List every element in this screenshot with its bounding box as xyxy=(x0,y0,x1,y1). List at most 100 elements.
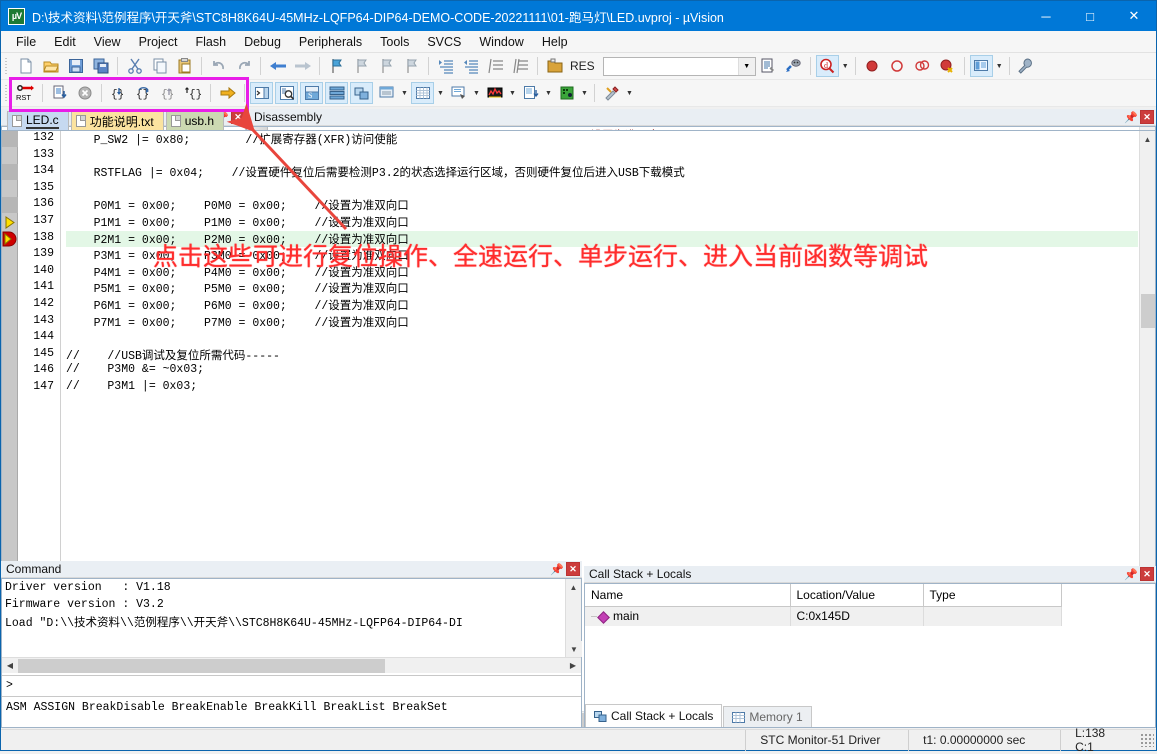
step-out-icon[interactable]: {} xyxy=(157,82,180,104)
call-stack-type-cell[interactable] xyxy=(923,606,1062,626)
registers-window-icon[interactable] xyxy=(325,82,348,104)
target-options-icon[interactable] xyxy=(757,55,780,77)
breakpoint-arrow-icon[interactable] xyxy=(2,231,18,247)
close-icon[interactable]: ✕ xyxy=(1140,110,1154,124)
close-button[interactable]: ✕ xyxy=(1112,1,1156,31)
copy-icon[interactable] xyxy=(148,55,171,77)
scrollbar-thumb[interactable] xyxy=(1141,294,1155,328)
kill-breakpoint-icon[interactable] xyxy=(886,55,909,77)
close-icon[interactable]: ✕ xyxy=(231,110,245,124)
step-into-icon[interactable]: {} xyxy=(107,82,130,104)
open-file-icon[interactable] xyxy=(39,55,62,77)
toolbar-grip[interactable] xyxy=(3,83,11,103)
tab-gongnengshuoming-txt[interactable]: 功能说明.txt xyxy=(70,111,164,130)
indent-right-icon[interactable] xyxy=(434,55,457,77)
symbols-window-icon[interactable]: S xyxy=(300,82,323,104)
command-window-icon[interactable] xyxy=(250,82,273,104)
menu-item-tools[interactable]: Tools xyxy=(371,32,418,52)
menu-item-svcs[interactable]: SVCS xyxy=(418,32,470,52)
debug-dropdown-arrow-icon[interactable]: ▼ xyxy=(840,55,851,77)
target-selector-combo[interactable]: ▼ xyxy=(602,56,756,76)
trace-dropdown-arrow-icon[interactable]: ▼ xyxy=(543,82,554,104)
system-viewer-icon[interactable] xyxy=(555,82,578,104)
stop-icon[interactable] xyxy=(73,82,96,104)
maximize-button[interactable]: □ xyxy=(1068,1,1112,31)
window-layout-icon[interactable] xyxy=(969,55,993,77)
toolbox-icon[interactable] xyxy=(600,82,623,104)
close-icon[interactable]: ✕ xyxy=(1140,567,1154,581)
pin-icon[interactable]: 📌 xyxy=(1124,568,1138,581)
tab-memory-1[interactable]: Memory 1 xyxy=(723,706,812,727)
toolbar-grip[interactable] xyxy=(3,56,11,76)
watch-windows-icon[interactable] xyxy=(375,82,398,104)
scroll-up-icon[interactable]: ▲ xyxy=(1140,131,1155,147)
close-icon[interactable]: ✕ xyxy=(566,562,580,576)
tab-call-stack-locals[interactable]: Call Stack + Locals xyxy=(585,704,723,727)
disable-breakpoint-icon[interactable] xyxy=(911,55,934,77)
save-icon[interactable] xyxy=(64,55,87,77)
chevron-down-icon[interactable]: ▼ xyxy=(737,57,755,75)
layout-dropdown-arrow-icon[interactable]: ▼ xyxy=(994,55,1005,77)
menu-item-flash[interactable]: Flash xyxy=(186,32,235,52)
run-icon[interactable] xyxy=(48,82,71,104)
disassembly-window-icon[interactable] xyxy=(275,82,298,104)
call-stack-name-cell[interactable]: ┄ main xyxy=(585,606,791,626)
scrollbar-thumb[interactable] xyxy=(18,658,385,673)
menu-item-view[interactable]: View xyxy=(85,32,130,52)
navigate-back-icon[interactable] xyxy=(266,55,289,77)
insert-breakpoint-icon[interactable] xyxy=(861,55,884,77)
indent-left-icon[interactable] xyxy=(459,55,482,77)
manage-components-icon[interactable] xyxy=(782,55,805,77)
trace-windows-icon[interactable] xyxy=(519,82,542,104)
save-all-icon[interactable] xyxy=(89,55,112,77)
redo-icon[interactable] xyxy=(232,55,255,77)
memory-windows-icon[interactable] xyxy=(411,82,434,104)
undo-icon[interactable] xyxy=(207,55,230,77)
scroll-down-icon[interactable]: ▼ xyxy=(566,641,582,657)
call-stack-window-icon[interactable] xyxy=(350,82,373,104)
menu-item-debug[interactable]: Debug xyxy=(235,32,290,52)
menu-item-edit[interactable]: Edit xyxy=(45,32,85,52)
menu-item-window[interactable]: Window xyxy=(470,32,532,52)
cut-icon[interactable] xyxy=(123,55,146,77)
system-viewer-dropdown-arrow-icon[interactable]: ▼ xyxy=(579,82,590,104)
step-over-icon[interactable]: {} xyxy=(132,82,155,104)
bookmark-prev-icon[interactable] xyxy=(350,55,373,77)
scroll-up-icon[interactable]: ▲ xyxy=(566,579,581,595)
analysis-dropdown-arrow-icon[interactable]: ▼ xyxy=(507,82,518,104)
serial-windows-icon[interactable] xyxy=(447,82,470,104)
menu-item-help[interactable]: Help xyxy=(533,32,577,52)
scroll-left-icon[interactable]: ◀ xyxy=(2,661,18,670)
resize-grip-icon[interactable] xyxy=(1140,733,1154,747)
run-to-cursor-icon[interactable]: {} xyxy=(182,82,205,104)
call-stack-location-cell[interactable]: C:0x145D xyxy=(790,606,924,626)
menu-item-project[interactable]: Project xyxy=(130,32,187,52)
debug-start-stop-icon[interactable]: d xyxy=(815,55,839,77)
toolbox-dropdown-arrow-icon[interactable]: ▼ xyxy=(624,82,635,104)
scroll-right-icon[interactable]: ▶ xyxy=(565,661,581,670)
watch-dropdown-arrow-icon[interactable]: ▼ xyxy=(399,82,410,104)
configuration-wizard-icon[interactable] xyxy=(1015,55,1038,77)
open-folder-icon[interactable] xyxy=(543,55,566,77)
table-row[interactable]: ┄ main C:0x145D xyxy=(585,606,1062,626)
menu-item-peripherals[interactable]: Peripherals xyxy=(290,32,371,52)
paste-icon[interactable] xyxy=(173,55,196,77)
command-vscrollbar[interactable]: ▲ ▼ xyxy=(565,579,582,657)
command-hscrollbar[interactable]: ◀ ▶ xyxy=(2,657,581,673)
menu-item-file[interactable]: File xyxy=(7,32,45,52)
show-next-statement-icon[interactable] xyxy=(216,82,239,104)
tab-led-c[interactable]: LED.c xyxy=(7,111,69,130)
command-input[interactable]: > xyxy=(2,675,581,697)
new-file-icon[interactable] xyxy=(14,55,37,77)
tab-usb-h[interactable]: usb.h xyxy=(165,111,225,130)
serial-dropdown-arrow-icon[interactable]: ▼ xyxy=(471,82,482,104)
minimize-button[interactable]: ─ xyxy=(1024,1,1068,31)
navigate-forward-icon[interactable] xyxy=(291,55,314,77)
kill-all-breakpoints-icon[interactable] xyxy=(936,55,959,77)
bookmark-clear-icon[interactable] xyxy=(400,55,423,77)
pin-icon[interactable]: 📌 xyxy=(1124,111,1138,124)
uncomment-icon[interactable] xyxy=(509,55,532,77)
pin-icon[interactable]: 📌 xyxy=(550,563,564,576)
reset-cpu-icon[interactable]: RST xyxy=(14,82,37,104)
comment-icon[interactable] xyxy=(484,55,507,77)
